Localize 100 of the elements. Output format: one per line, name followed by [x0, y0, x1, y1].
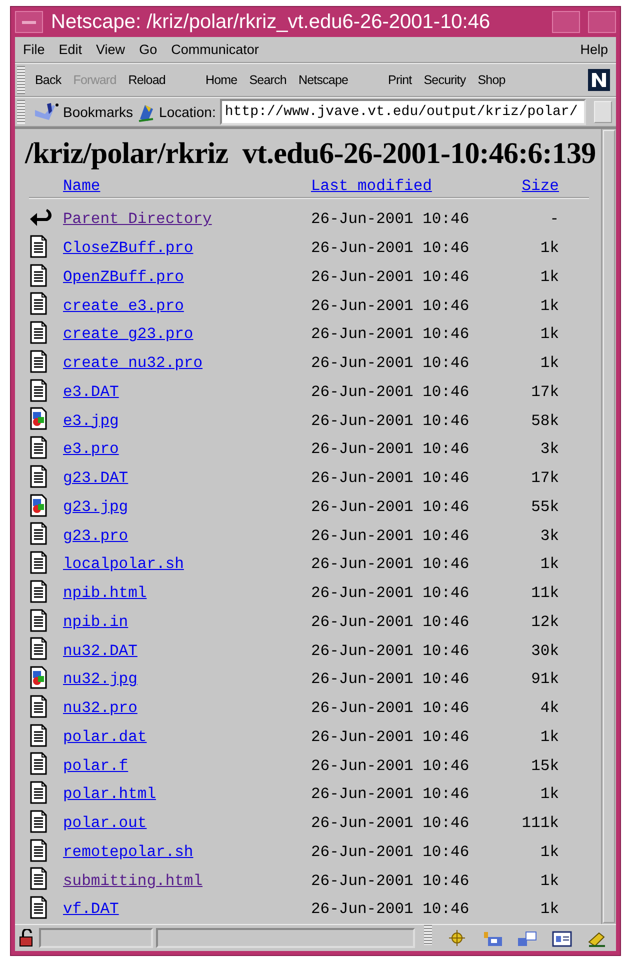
- file-size: 1k: [540, 268, 559, 286]
- modified-date: 26-Jun-2001 10:46: [311, 872, 470, 890]
- modified-date: 26-Jun-2001 10:46: [311, 498, 470, 516]
- file-link[interactable]: remotepolar.sh: [63, 842, 194, 861]
- menu-item[interactable]: File: [23, 42, 45, 57]
- file-link[interactable]: polar.dat: [63, 728, 147, 746]
- modified-date: 26-Jun-2001 10:46: [311, 354, 470, 372]
- file-link[interactable]: CloseZBuff.pro: [63, 239, 194, 258]
- toolbar-grip[interactable]: [17, 66, 25, 94]
- file-link[interactable]: nu32.pro: [63, 699, 138, 718]
- modified-date: 26-Jun-2001 10:46: [311, 900, 470, 918]
- column-header-link[interactable]: Name: [63, 177, 100, 195]
- file-link[interactable]: polar.f: [63, 756, 128, 775]
- file-size: 30k: [531, 642, 559, 660]
- modified-date: 26-Jun-2001 10:46: [311, 268, 470, 286]
- menu-item[interactable]: Communicator: [171, 42, 259, 57]
- file-size: 58k: [531, 412, 559, 430]
- toolbar-button[interactable]: Netscape: [292, 73, 354, 87]
- bookmarks-button[interactable]: Bookmarks: [63, 104, 134, 120]
- minimize-button[interactable]: [552, 11, 580, 33]
- window-menu-button[interactable]: [15, 11, 43, 33]
- file-link[interactable]: OpenZBuff.pro: [63, 268, 184, 286]
- modified-date: 26-Jun-2001 10:46: [311, 555, 470, 574]
- file-size: 91k: [531, 670, 559, 688]
- file-size: 15k: [531, 756, 559, 775]
- file-size: 1k: [540, 354, 559, 372]
- file-size: 1k: [540, 325, 559, 344]
- column-header-link[interactable]: Last modified: [311, 177, 432, 195]
- file-link[interactable]: e3.DAT: [63, 382, 119, 401]
- file-size: 1k: [540, 239, 559, 258]
- page-heading: /kriz/polar/rkriz vt.edu6-26-2001-10:46:6:139: [25, 137, 597, 171]
- file-size: 3k: [540, 526, 559, 545]
- menu-item[interactable]: Go: [139, 42, 158, 57]
- file-link[interactable]: polar.out: [63, 814, 147, 832]
- modified-date: 26-Jun-2001 10:46: [311, 728, 470, 746]
- menu-item[interactable]: Help: [580, 42, 608, 57]
- file-size: 1k: [540, 872, 559, 890]
- file-size: -: [550, 210, 559, 228]
- bookmarks-icon: [33, 102, 59, 122]
- toolbar-button[interactable]: Search: [243, 73, 292, 87]
- file-link[interactable]: vf.DAT: [63, 900, 119, 918]
- file-link[interactable]: create_nu32.pro: [63, 354, 203, 372]
- location-icon: [137, 102, 156, 122]
- menu-item[interactable]: View: [96, 42, 126, 57]
- file-link[interactable]: polar.html: [63, 785, 156, 804]
- file-size: 1k: [540, 728, 559, 746]
- file-link[interactable]: localpolar.sh: [63, 555, 184, 574]
- location-field[interactable]: http://www.jvave.vt.edu/output/kriz/polar/: [220, 99, 586, 125]
- file-link[interactable]: e3.pro: [63, 440, 119, 458]
- file-link[interactable]: create_e3.pro: [63, 296, 184, 315]
- modified-date: 26-Jun-2001 10:46: [311, 469, 470, 488]
- toolbar-button[interactable]: Print: [382, 73, 418, 87]
- file-link[interactable]: create_g23.pro: [63, 325, 194, 344]
- file-size: 1k: [540, 785, 559, 804]
- modified-date: 26-Jun-2001 10:46: [311, 756, 470, 775]
- modified-date: 26-Jun-2001 10:46: [311, 382, 470, 401]
- modified-date: 26-Jun-2001 10:46: [311, 584, 470, 602]
- file-link[interactable]: npib.in: [63, 612, 128, 631]
- modified-date: 26-Jun-2001 10:46: [311, 325, 470, 344]
- file-size: 1k: [540, 900, 559, 918]
- toolbar-button[interactable]: Home: [199, 73, 244, 87]
- file-size: 1k: [540, 842, 559, 861]
- file-size: 17k: [531, 382, 559, 401]
- modified-date: 26-Jun-2001 10:46: [311, 699, 470, 718]
- modified-date: 26-Jun-2001 10:46: [311, 642, 470, 660]
- composer-icon: [551, 928, 573, 947]
- component-bar-grip[interactable]: [424, 924, 432, 945]
- file-link[interactable]: nu32.DAT: [63, 642, 138, 660]
- file-link[interactable]: submitting.html: [63, 872, 203, 890]
- file-link[interactable]: nu32.jpg: [63, 670, 138, 688]
- file-link[interactable]: e3.jpg: [63, 412, 119, 430]
- file-size: 1k: [540, 296, 559, 315]
- toolbar-button[interactable]: Back: [29, 73, 68, 87]
- file-link[interactable]: g23.DAT: [63, 469, 128, 488]
- file-size: 55k: [531, 498, 559, 516]
- modified-date: 26-Jun-2001 10:46: [311, 814, 470, 832]
- toolbar-button[interactable]: Security: [418, 73, 472, 87]
- maximize-button[interactable]: [588, 11, 616, 33]
- column-header-link[interactable]: Size: [522, 177, 559, 195]
- file-link[interactable]: Parent Directory: [63, 210, 212, 228]
- modified-date: 26-Jun-2001 10:46: [311, 296, 470, 315]
- modified-date: 26-Jun-2001 10:46: [311, 526, 470, 545]
- file-link[interactable]: g23.jpg: [63, 498, 128, 516]
- toolbar-button[interactable]: Reload: [122, 73, 172, 87]
- modified-date: 26-Jun-2001 10:46: [311, 670, 470, 688]
- menu-item[interactable]: Edit: [58, 42, 82, 57]
- location-label: Location:: [159, 104, 216, 120]
- modified-date: 26-Jun-2001 10:46: [311, 785, 470, 804]
- modified-date: 26-Jun-2001 10:46: [311, 210, 470, 228]
- scrollbar[interactable]: [601, 129, 616, 924]
- modified-date: 26-Jun-2001 10:46: [311, 612, 470, 631]
- dropdown-button[interactable]: [594, 101, 612, 123]
- file-size: 12k: [531, 612, 559, 631]
- file-size: 17k: [531, 469, 559, 488]
- file-size: 4k: [540, 699, 559, 718]
- toolbar-button[interactable]: Shop: [472, 73, 512, 87]
- file-link[interactable]: npib.html: [63, 584, 147, 602]
- file-link[interactable]: g23.pro: [63, 526, 128, 545]
- window-title: Netscape: /kriz/polar/rkriz_vt.edu6-26-2001-10:46: [51, 10, 492, 34]
- toolbar-grip[interactable]: [17, 100, 25, 124]
